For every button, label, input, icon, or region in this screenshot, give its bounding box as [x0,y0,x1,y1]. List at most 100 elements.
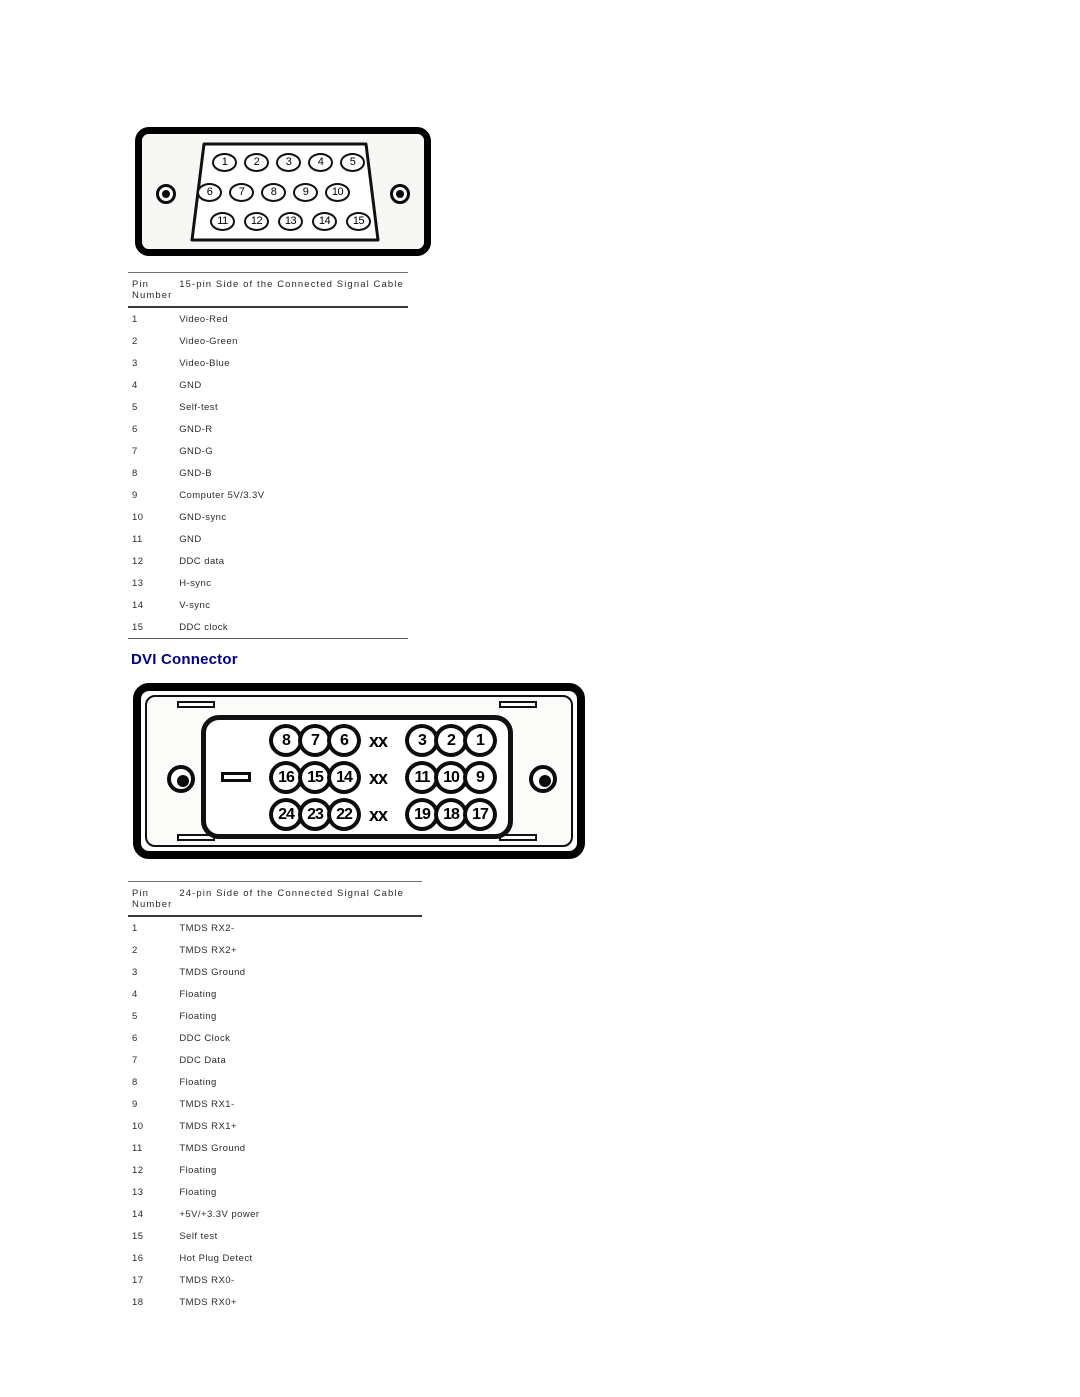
vga-row-signal: GND-sync [179,511,227,523]
vga-row-pin: 12 [132,555,144,567]
vga-row-signal: Computer 5V/3.3V [179,489,265,501]
vga-row-signal: DDC data [179,555,225,567]
document-page: 1 2 3 4 5 6 7 8 9 10 11 12 13 14 15 Pin … [0,0,1080,1397]
vga-pin-1: 1 [212,153,237,172]
dvi-row-pin: 11 [132,1142,143,1154]
vga-pin-15: 15 [346,212,371,231]
vga-row-signal: Video-Green [179,335,238,347]
dvi-row-pin: 17 [132,1274,144,1286]
vga-row-pin: 11 [132,533,143,545]
dvi-row-pin: 9 [132,1098,138,1110]
dvi-row-pin: 7 [132,1054,138,1066]
table-row: 11 TMDS Ground [128,1137,422,1159]
table-row: 13 H-sync [128,572,408,594]
table-row: 6 GND-R [128,418,408,440]
dvi-row-signal: DDC Clock [179,1032,231,1044]
dvi-blank-row-3: xx [369,805,388,825]
dvi-connector-diagram: 8 7 6 xx 3 2 1 16 15 14 xx 11 10 9 24 23… [133,683,585,859]
dvi-row-pin: 4 [132,988,138,1000]
dvi-blank-row-2: xx [369,768,388,788]
vga-row-signal: Self-test [179,401,219,413]
vga-row-signal: V-sync [179,599,211,611]
dvi-pin-1: 1 [463,724,497,757]
table-row: 14 V-sync [128,594,408,616]
dvi-pin-22: 22 [327,798,361,831]
dvi-row-pin: 13 [132,1186,144,1198]
dvi-row-signal: TMDS RX2- [179,922,235,934]
vga-screw-hole-right-icon [390,184,410,204]
table-row: 15 DDC clock [128,616,408,639]
vga-pinout-table: Pin Number 15-pin Side of the Connected … [128,272,408,641]
dvi-retention-tab-top-right-icon [499,701,537,708]
dvi-row-signal: Floating [179,1186,217,1198]
table-row: 7 GND-G [128,440,408,462]
dvi-row-signal: TMDS RX0- [179,1274,235,1286]
table-row: 3 TMDS Ground [128,961,422,983]
dvi-table-header-row: Pin Number 24-pin Side of the Connected … [128,885,422,917]
vga-screw-hole-left-icon [156,184,176,204]
table-row: 1 Video-Red [128,307,408,330]
table-row: 10 GND-sync [128,506,408,528]
dvi-row-pin: 18 [132,1296,144,1308]
vga-table-header-row: Pin Number 15-pin Side of the Connected … [128,276,408,308]
vga-row-pin: 1 [132,313,138,325]
table-row: 3 Video-Blue [128,352,408,374]
vga-row-pin: 6 [132,423,138,435]
vga-row-pin: 4 [132,379,138,391]
vga-header-pin-line1: Pin [132,279,150,290]
dvi-row-signal: Floating [179,1164,217,1176]
vga-pin-2: 2 [244,153,269,172]
table-row: 1 TMDS RX2- [128,916,422,939]
dvi-row-signal: +5V/+3.3V power [179,1208,260,1220]
table-row: 6 DDC Clock [128,1027,422,1049]
dvi-pin-9: 9 [463,761,497,794]
vga-pin-14: 14 [312,212,337,231]
dvi-blank-row-1: xx [369,731,388,751]
dvi-row-pin: 15 [132,1230,144,1242]
dvi-header-signal: 24-pin Side of the Connected Signal Cabl… [179,885,422,917]
table-row: 11 GND [128,528,408,550]
vga-row-pin: 3 [132,357,138,369]
table-row: 7 DDC Data [128,1049,422,1071]
dvi-row-signal: Floating [179,988,217,1000]
table-row: 16 Hot Plug Detect [128,1247,422,1269]
dvi-row-signal: TMDS RX1- [179,1098,235,1110]
table-row: 13 Floating [128,1181,422,1203]
vga-row-pin: 5 [132,401,138,413]
table-row: 2 TMDS RX2+ [128,939,422,961]
table-row: 14 +5V/+3.3V power [128,1203,422,1225]
dvi-pin-17: 17 [463,798,497,831]
table-row: 10 TMDS RX1+ [128,1115,422,1137]
dvi-retention-tab-top-left-icon [177,701,215,708]
vga-header-signal: 15-pin Side of the Connected Signal Cabl… [179,276,408,308]
dvi-row-signal: TMDS Ground [179,966,246,978]
vga-pin-4: 4 [308,153,333,172]
dvi-row-signal: TMDS RX0+ [179,1296,237,1308]
dvi-row-pin: 3 [132,966,138,978]
dvi-row-pin: 10 [132,1120,144,1132]
vga-connector-diagram: 1 2 3 4 5 6 7 8 9 10 11 12 13 14 15 [135,127,431,256]
vga-row-signal: H-sync [179,577,212,589]
vga-row-pin: 2 [132,335,138,347]
dvi-header-pin-line2: Number [132,899,173,910]
dvi-screw-hole-right-icon [529,765,557,793]
vga-table-bottom-rule [128,638,408,641]
dvi-row-signal: Hot Plug Detect [179,1252,253,1264]
page-title: DVI Connector [131,651,238,668]
vga-row-signal: GND [179,533,202,545]
vga-row-pin: 13 [132,577,144,589]
dvi-row-signal: Floating [179,1010,217,1022]
dvi-row-pin: 2 [132,944,138,956]
dvi-screw-hole-left-icon [167,765,195,793]
vga-pin-11: 11 [210,212,235,231]
vga-row-signal: GND-G [179,445,214,457]
dvi-header-pin-number: Pin Number [128,885,180,917]
dvi-header-pin-line1: Pin [132,888,150,899]
dvi-row-pin: 8 [132,1076,138,1088]
vga-row-pin: 9 [132,489,138,501]
table-row: 5 Floating [128,1005,422,1027]
vga-row-pin: 7 [132,445,138,457]
vga-row-signal: DDC clock [179,621,229,633]
vga-pin-9: 9 [293,183,318,202]
vga-row-signal: Video-Blue [179,357,230,369]
